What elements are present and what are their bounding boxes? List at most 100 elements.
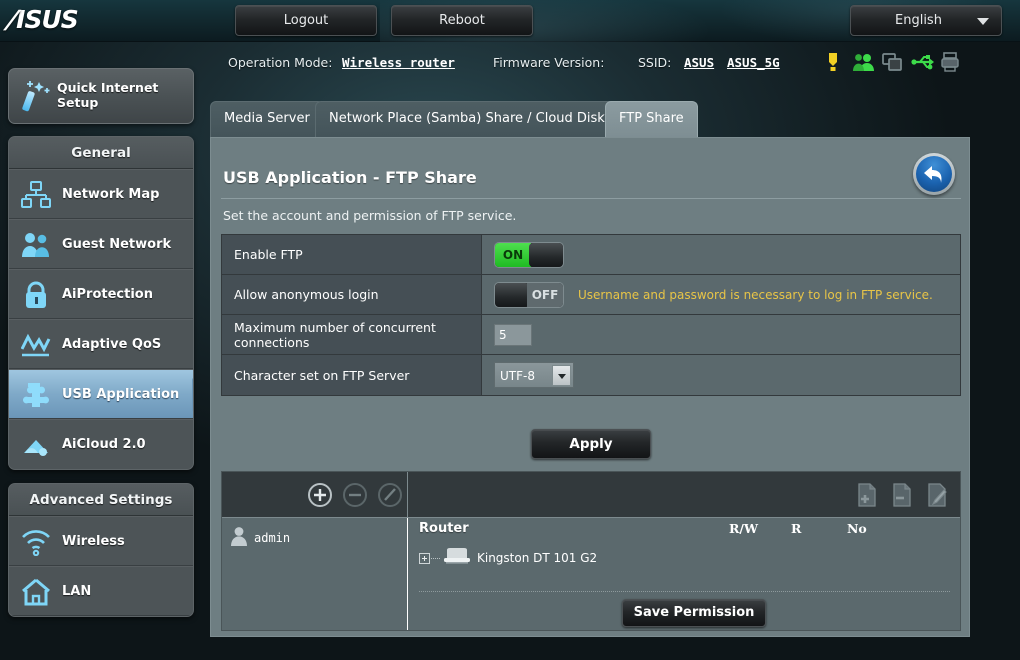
logout-button[interactable]: Logout xyxy=(235,5,377,36)
tab-media-server[interactable]: Media Server xyxy=(210,101,324,137)
quick-internet-setup-label: Quick Internet Setup xyxy=(57,80,187,110)
charset-select[interactable]: UTF-8 xyxy=(494,362,574,388)
add-folder-icon[interactable] xyxy=(856,483,878,511)
sidebar-item-label: AiProtection xyxy=(62,287,153,302)
remove-folder-icon[interactable] xyxy=(891,483,913,511)
sidebar-item-label: Wireless xyxy=(62,534,125,549)
settings-row-enable-ftp: Enable FTP ON xyxy=(222,235,960,275)
row-label: Character set on FTP Server xyxy=(222,355,482,395)
anonymous-login-hint: Username and password is necessary to lo… xyxy=(578,287,933,302)
row-value: UTF-8 xyxy=(482,355,960,395)
column-header-rw: R/W xyxy=(729,521,758,536)
folder-toolbar xyxy=(408,472,960,518)
main-content-panel: USB Application - FTP Share Set the acco… xyxy=(210,137,970,637)
clients-users-icon[interactable] xyxy=(853,52,875,76)
apply-button[interactable]: Apply xyxy=(531,429,651,459)
sidebar-item-network-map[interactable]: Network Map xyxy=(9,169,193,219)
column-header-r: R xyxy=(791,521,802,536)
chevron-down-icon[interactable] xyxy=(552,365,571,386)
router-admin-page: //ISUSISUS Logout Reboot English Operati… xyxy=(0,0,1020,660)
expand-node-icon[interactable] xyxy=(419,552,430,564)
edit-folder-icon[interactable] xyxy=(926,483,950,511)
ssid-value-5g[interactable]: ASUS_5G xyxy=(727,55,780,70)
chevron-down-icon xyxy=(977,18,989,25)
tree-node-device[interactable]: Kingston DT 101 G2 xyxy=(419,546,597,570)
tree-connector xyxy=(431,557,440,559)
max-connections-input[interactable] xyxy=(494,323,532,346)
row-label: Allow anonymous login xyxy=(222,275,482,314)
row-label: Maximum number of concurrent connections xyxy=(222,315,482,354)
enable-ftp-toggle[interactable]: ON xyxy=(494,241,564,268)
language-selector[interactable]: English xyxy=(850,5,1002,36)
permission-divider xyxy=(419,591,950,592)
sidebar-general-header: General xyxy=(9,137,193,169)
ssid-label: SSID: xyxy=(638,55,672,70)
settings-row-charset: Character set on FTP Server UTF-8 xyxy=(222,355,960,395)
sidebar-item-wireless[interactable]: Wireless xyxy=(9,516,193,566)
cloud-icon xyxy=(21,431,51,459)
settings-row-anonymous-login: Allow anonymous login OFF Username and p… xyxy=(222,275,960,315)
list-item-user[interactable]: admin xyxy=(230,526,290,550)
sidebar-item-label: AiCloud 2.0 xyxy=(62,437,146,452)
user-list: admin xyxy=(222,518,408,630)
usb-icon[interactable] xyxy=(911,52,935,76)
tree-root-label: Router xyxy=(419,521,469,536)
home-icon xyxy=(21,578,51,606)
puzzle-piece-icon xyxy=(21,381,51,409)
permission-panel: admin Router R/W R No Kingston DT 101 G2 xyxy=(221,471,961,631)
alert-icon[interactable] xyxy=(824,52,842,76)
tab-network-place-samba[interactable]: Network Place (Samba) Share / Cloud Disk xyxy=(315,101,619,137)
charset-selected-value: UTF-8 xyxy=(500,369,535,383)
device-name: Kingston DT 101 G2 xyxy=(477,551,598,565)
sidebar-item-usb-application[interactable]: USB Application xyxy=(9,369,193,419)
tab-ftp-share[interactable]: FTP Share xyxy=(605,101,698,137)
network-map-icon xyxy=(21,181,51,209)
reboot-button[interactable]: Reboot xyxy=(391,5,533,36)
ssid-value-24g[interactable]: ASUS xyxy=(684,55,714,70)
sidebar-item-adaptive-qos[interactable]: Adaptive QoS xyxy=(9,319,193,369)
sidebar-item-lan[interactable]: LAN xyxy=(9,566,193,616)
status-icon-group xyxy=(820,52,970,76)
sidebar-advanced-group: Advanced Settings Wireless LAN xyxy=(8,483,194,617)
user-name: admin xyxy=(254,531,291,545)
save-permission-button[interactable]: Save Permission xyxy=(622,599,766,627)
qis-line-1: Quick Internet xyxy=(57,80,159,95)
back-icon[interactable] xyxy=(913,153,955,195)
add-user-icon[interactable] xyxy=(308,483,332,507)
row-label: Enable FTP xyxy=(222,235,482,274)
top-bar: //ISUSISUS Logout Reboot English xyxy=(0,0,1020,42)
user-avatar-icon xyxy=(230,526,248,550)
ftp-settings-table: Enable FTP ON Allow anonymous login OFF … xyxy=(221,234,961,396)
asus-logo: //ISUSISUS xyxy=(4,5,79,34)
anonymous-login-toggle[interactable]: OFF xyxy=(494,281,564,308)
sidebar-item-label: Network Map xyxy=(62,187,160,202)
sidebar-general-group: General Network Map Guest Network AiProt… xyxy=(8,136,194,470)
page-description: Set the account and permission of FTP se… xyxy=(223,208,517,223)
column-header-no: No xyxy=(847,521,867,536)
page-title: USB Application - FTP Share xyxy=(223,168,477,187)
settings-row-max-connections: Maximum number of concurrent connections xyxy=(222,315,960,355)
printer-icon[interactable] xyxy=(941,52,959,76)
remove-user-icon[interactable] xyxy=(343,483,367,507)
lock-shield-icon xyxy=(21,281,51,309)
sidebar-item-aicloud[interactable]: AiCloud 2.0 xyxy=(9,419,193,469)
toggle-off-label: OFF xyxy=(527,282,563,307)
quick-internet-setup-button[interactable]: Quick Internet Setup xyxy=(8,68,194,124)
toggle-on-label: ON xyxy=(495,242,531,267)
sidebar-item-aiprotection[interactable]: AiProtection xyxy=(9,269,193,319)
tree-header: Router R/W R No xyxy=(409,518,960,544)
row-value: ON xyxy=(482,235,960,274)
language-label: English xyxy=(895,13,942,28)
row-value xyxy=(482,315,960,354)
sidebar-item-label: Guest Network xyxy=(62,237,172,252)
guest-network-icon xyxy=(21,231,51,259)
monitors-icon[interactable] xyxy=(882,52,902,76)
wifi-icon xyxy=(21,528,51,557)
operation-mode-label: Operation Mode: xyxy=(228,55,333,70)
sidebar-item-guest-network[interactable]: Guest Network xyxy=(9,219,193,269)
edit-user-icon[interactable] xyxy=(378,483,402,507)
operation-mode-value[interactable]: Wireless router xyxy=(342,55,455,70)
sidebar-item-label: USB Application xyxy=(62,387,180,402)
sidebar-item-label: Adaptive QoS xyxy=(62,337,162,352)
sidebar-advanced-header: Advanced Settings xyxy=(9,484,193,516)
